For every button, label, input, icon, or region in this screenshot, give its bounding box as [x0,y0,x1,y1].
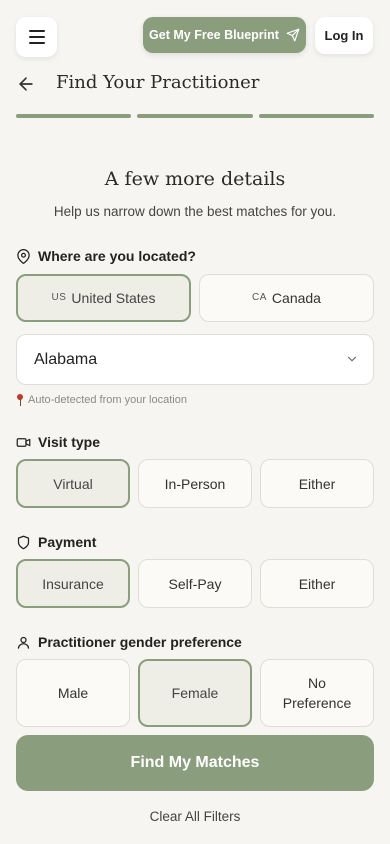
country-name: Canada [271,290,321,306]
payment-label-text: Payment [38,534,97,550]
auto-detect-text: Auto-detected from your location [28,394,187,406]
login-button[interactable]: Log In [315,17,373,54]
visit-option-in-person[interactable]: In-Person [138,459,252,508]
top-header: Get My Free Blueprint Log In [0,0,390,70]
page-title: Find Your Practitioner [56,72,260,93]
video-icon [16,437,31,447]
pushpin-icon [16,393,24,407]
arrow-left-icon[interactable] [16,74,36,94]
visit-type-label: Visit type [16,434,100,450]
section-heading: A few more details [104,168,286,190]
progress-step [137,114,253,118]
country-option-ca[interactable]: CA Canada [199,274,374,322]
payment-label: Payment [16,534,96,550]
send-icon [286,28,300,42]
visit-type-label-text: Visit type [38,434,100,450]
state-select[interactable]: Alabama [16,334,374,385]
hamburger-icon [28,30,45,32]
clear-filters-link[interactable]: Clear All Filters [0,809,390,824]
progress-bar [16,114,374,118]
user-icon [17,636,30,649]
gender-label-text: Practitioner gender preference [38,634,242,650]
get-blueprint-button[interactable]: Get My Free Blueprint [143,17,306,53]
chevron-down-icon [347,356,357,362]
country-name: United States [71,290,156,306]
find-matches-button[interactable]: Find My Matches [16,735,374,791]
payment-option-either[interactable]: Either [260,559,374,608]
map-pin-icon [17,248,30,264]
shield-icon [17,535,30,549]
menu-button[interactable] [16,17,57,57]
gender-option-no-preference[interactable]: No Preference [260,659,374,727]
visit-option-either[interactable]: Either [260,459,374,508]
country-code: CA [252,292,267,303]
hamburger-icon [28,42,45,44]
payment-option-self-pay[interactable]: Self-Pay [138,559,252,608]
progress-step [258,114,374,118]
state-select-value: Alabama [34,350,98,368]
payment-option-insurance[interactable]: Insurance [16,559,130,608]
location-label-text: Where are you located? [38,248,196,264]
gender-option-male[interactable]: Male [16,659,130,727]
country-code: US [51,292,67,303]
section-subheading: Help us narrow down the best matches for… [53,204,337,219]
visit-option-virtual[interactable]: Virtual [16,459,130,508]
gender-option-female[interactable]: Female [138,659,252,727]
auto-detect-hint: Auto-detected from your location [16,393,187,407]
blueprint-label: Get My Free Blueprint [149,28,279,42]
progress-step [16,114,132,118]
hamburger-icon [28,36,45,38]
location-label: Where are you located? [16,248,196,264]
title-bar: Find Your Practitioner [0,66,390,104]
country-option-us[interactable]: US United States [16,274,191,322]
gender-label: Practitioner gender preference [16,634,242,650]
